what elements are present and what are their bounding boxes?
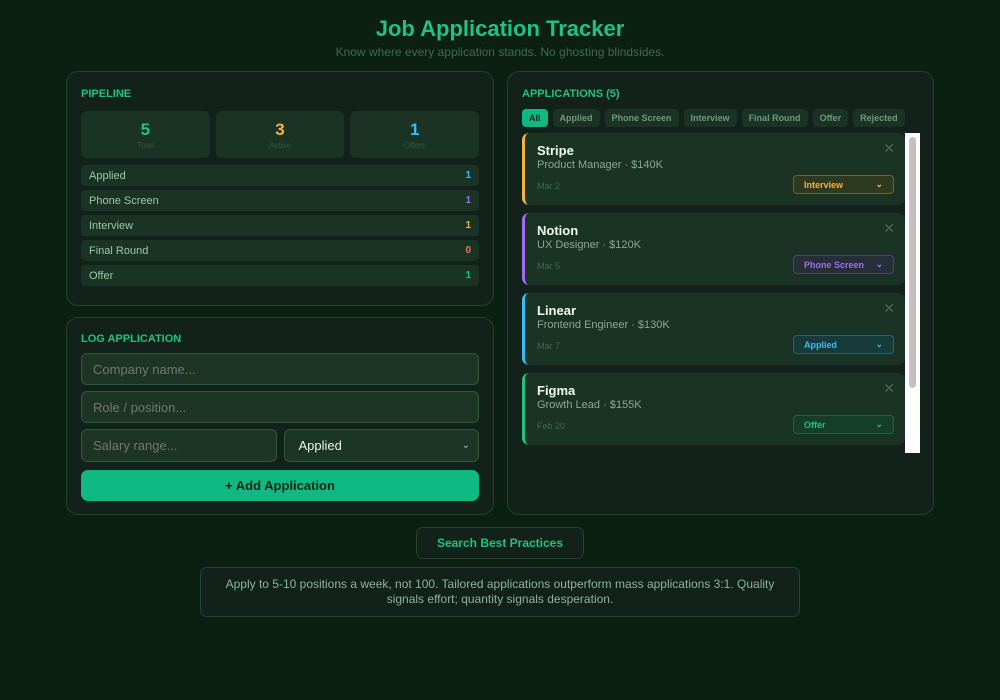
filter-rejected[interactable]: Rejected bbox=[853, 109, 905, 127]
tip-text: Apply to 5-10 positions a week, not 100.… bbox=[200, 567, 800, 617]
applications-panel: APPLICATIONS (5) All Applied Phone Screen I… bbox=[507, 71, 934, 515]
stage-count: 0 bbox=[465, 245, 471, 256]
applications-title: APPLICATIONS (5) bbox=[522, 88, 620, 100]
stage-label: Final Round bbox=[89, 244, 149, 257]
chevron-down-icon: ⌄ bbox=[875, 339, 883, 349]
filter-applied[interactable]: Applied bbox=[552, 109, 600, 127]
stat-value: 5 bbox=[140, 120, 151, 139]
date: Feb 20 bbox=[537, 421, 566, 431]
close-icon[interactable]: ✕ bbox=[883, 140, 895, 157]
stat-value: 3 bbox=[275, 120, 285, 139]
chevron-down-icon: ⌄ bbox=[461, 440, 470, 451]
application-card: Linear Frontend Engineer · $130K Mar 7 ✕ App… bbox=[522, 293, 905, 365]
stage-row: Offer 1 bbox=[81, 265, 479, 286]
stage-row: Final Round 0 bbox=[81, 240, 479, 261]
role-salary: Product Manager · $140K bbox=[537, 159, 663, 171]
application-card: Notion UX Designer · $120K Mar 5 ✕ Phone Scr… bbox=[522, 213, 905, 285]
date: Mar 7 bbox=[537, 341, 561, 351]
role-salary: Growth Lead · $155K bbox=[537, 399, 642, 411]
scrollbar[interactable] bbox=[905, 133, 920, 453]
stage-count: 1 bbox=[465, 195, 471, 206]
stat-active: 3 Active bbox=[215, 111, 345, 158]
close-icon[interactable]: ✕ bbox=[883, 300, 895, 317]
add-application-button[interactable]: + Add Application bbox=[81, 470, 479, 501]
status-value: Interview bbox=[804, 179, 844, 190]
pipeline-panel: PIPELINE 5 Total 3 Active 1 Offers Applied 1 Ph… bbox=[66, 71, 494, 306]
status-value: Phone Screen bbox=[804, 259, 865, 270]
stat-label: Total bbox=[136, 141, 154, 150]
status-select-value: Applied bbox=[298, 438, 342, 453]
stage-row: Interview 1 bbox=[81, 215, 479, 236]
status-dropdown[interactable]: Interview ⌄ bbox=[793, 175, 894, 194]
status-value: Applied bbox=[804, 339, 837, 350]
stage-row: Applied 1 bbox=[81, 165, 479, 186]
role-salary: UX Designer · $120K bbox=[537, 239, 641, 251]
log-title: LOG APPLICATION bbox=[81, 333, 182, 345]
role-salary: Frontend Engineer · $130K bbox=[537, 319, 670, 331]
stat-value: 1 bbox=[409, 120, 420, 139]
pipeline-title: PIPELINE bbox=[81, 88, 132, 100]
chevron-down-icon: ⌄ bbox=[875, 179, 883, 189]
company-name-input[interactable] bbox=[81, 353, 479, 385]
company-name: Notion bbox=[537, 223, 579, 238]
log-application-panel: LOG APPLICATION Applied ⌄ + Add Applicati… bbox=[66, 317, 494, 515]
filter-final-round[interactable]: Final Round bbox=[741, 109, 808, 127]
filter-phone-screen[interactable]: Phone Screen bbox=[604, 109, 679, 127]
close-icon[interactable]: ✕ bbox=[883, 380, 895, 397]
page-subtitle: Know where every application stands. No … bbox=[335, 45, 665, 59]
stage-label: Offer bbox=[89, 269, 114, 282]
chevron-down-icon: ⌄ bbox=[875, 259, 883, 269]
status-value: Offer bbox=[804, 419, 826, 430]
chevron-down-icon: ⌄ bbox=[875, 419, 883, 429]
stage-label: Phone Screen bbox=[89, 194, 159, 207]
status-dropdown[interactable]: Phone Screen ⌄ bbox=[793, 255, 894, 274]
stat-offers: 1 Offers bbox=[350, 111, 480, 158]
application-card: Stripe Product Manager · $140K Mar 2 ✕ Inter… bbox=[522, 133, 905, 205]
role-input[interactable] bbox=[81, 391, 479, 423]
stage-count: 1 bbox=[465, 220, 471, 231]
stage-count: 1 bbox=[465, 270, 471, 281]
company-name: Stripe bbox=[537, 143, 574, 158]
stage-count: 1 bbox=[465, 170, 471, 181]
applications-list: Stripe Product Manager · $140K Mar 2 ✕ Inter… bbox=[522, 133, 920, 453]
search-best-practices-button[interactable]: Search Best Practices bbox=[416, 527, 584, 559]
stage-label: Applied bbox=[89, 169, 126, 182]
application-card: Figma Growth Lead · $155K Feb 20 ✕ Offer ⌄ bbox=[522, 373, 905, 445]
stat-label: Offers bbox=[403, 141, 426, 150]
close-icon[interactable]: ✕ bbox=[883, 220, 895, 237]
page-title: Job Application Tracker bbox=[375, 16, 625, 41]
stat-total: 5 Total bbox=[81, 111, 210, 158]
salary-input[interactable] bbox=[81, 429, 277, 462]
date: Mar 2 bbox=[537, 181, 561, 191]
filter-offer[interactable]: Offer bbox=[812, 109, 849, 127]
header: Job Application Tracker Know where every… bbox=[0, 16, 1000, 59]
stat-label: Active bbox=[269, 141, 291, 150]
scrollbar-thumb[interactable] bbox=[909, 137, 916, 388]
company-name: Linear bbox=[537, 303, 577, 318]
status-dropdown[interactable]: Applied ⌄ bbox=[793, 335, 894, 354]
date: Mar 5 bbox=[537, 261, 561, 271]
status-dropdown[interactable]: Offer ⌄ bbox=[793, 415, 894, 434]
stage-label: Interview bbox=[89, 219, 134, 232]
stage-row: Phone Screen 1 bbox=[81, 190, 479, 211]
company-name: Figma bbox=[537, 383, 576, 398]
status-select[interactable]: Applied ⌄ bbox=[283, 429, 479, 462]
filter-all[interactable]: All bbox=[522, 109, 548, 127]
filter-interview[interactable]: Interview bbox=[683, 109, 737, 127]
